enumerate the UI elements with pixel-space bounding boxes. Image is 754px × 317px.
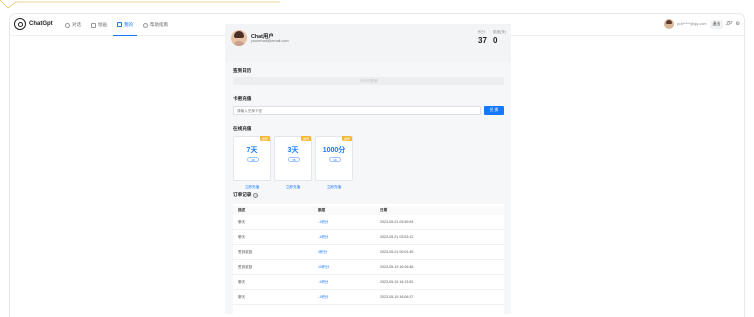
package-price: ¥9 — [329, 157, 341, 162]
table-row: 聊天 -1积分 2023-05-19 16:06:37 — [233, 290, 504, 305]
quota-value: 0 — [493, 36, 498, 45]
order-amount: -1积分 — [318, 235, 329, 239]
points-stat: 积分 37 — [478, 30, 487, 45]
orders-table: 订单记录 ? 描述 额度 日期 聊天 -1积分 2023-05-21 03:59… — [233, 192, 504, 314]
order-amount: -1积分 — [318, 220, 329, 224]
buy-button[interactable]: 立即充值 — [234, 185, 270, 190]
order-amount: 3积分 — [318, 250, 328, 254]
package-amount: 3天 — [287, 147, 299, 154]
table-header: 描述 额度 日期 — [233, 206, 504, 215]
settings-icon[interactable]: ⚙ — [736, 21, 740, 27]
card-recharge-row: 兑 换 — [233, 106, 504, 116]
order-date: 2023-05-19 16:26:46 — [380, 265, 414, 269]
quota-label: 额度(条) — [493, 30, 507, 34]
buy-button[interactable]: 立即充值 — [316, 185, 352, 190]
sign-in-button[interactable]: 今日已签到 — [233, 77, 504, 85]
column-header: 日期 — [380, 208, 388, 212]
order-desc: 聊天 — [238, 220, 246, 224]
tab-label: 对话 — [72, 22, 81, 27]
tab-chat[interactable]: 对话 — [61, 14, 85, 36]
avatar[interactable] — [663, 19, 674, 29]
order-amount: -1积分 — [318, 295, 329, 299]
tab-label: 我的 — [124, 21, 133, 27]
nav-user-area: ych*****@qq.com 退出 ZP ⚙ — [663, 19, 740, 29]
package-price: ¥5 — [288, 157, 300, 162]
tab-help[interactable]: 帮助指南 — [139, 14, 172, 36]
table-row: 签到奖励 3积分 2023-05-21 00:01:45 — [233, 245, 504, 260]
top-border-decoration — [0, 0, 280, 9]
table-row: 聊天 -1积分 2023-05-21 03:59:54 — [233, 215, 504, 230]
user-email: ych*****@qq.com — [676, 22, 707, 26]
order-amount: -1积分 — [318, 280, 329, 284]
table-row: 聊天 -1积分 2023-05-21 03:53:12 — [233, 230, 504, 245]
orders-title-text: 订单记录 — [233, 192, 252, 197]
help-icon — [143, 22, 148, 28]
profile-panel: Chat用户 youremail@email.com 积分 37 额度(条) 0… — [225, 24, 511, 314]
column-header: 描述 — [238, 208, 246, 212]
table-row: 签到奖励 10积分 2023-05-19 16:26:46 — [233, 260, 504, 275]
user-icon — [117, 22, 122, 27]
order-date: 2023-05-21 03:59:54 — [380, 220, 414, 224]
tab-mine[interactable]: 我的 — [113, 14, 137, 36]
package-list: 推荐 7天 ¥9 立即充值 推荐 3天 ¥5 立即充值 推荐 1000分 ¥9 … — [233, 136, 353, 189]
redeem-button[interactable]: 兑 换 — [484, 106, 504, 115]
order-date: 2023-05-21 00:01:45 — [380, 250, 414, 254]
packages-title: 在线充值 — [233, 126, 252, 131]
chatgpt-logo-icon — [14, 18, 26, 30]
language-toggle[interactable]: ZP — [726, 21, 732, 27]
tab-draw[interactable]: 绘画 — [87, 14, 111, 36]
package-card[interactable]: 推荐 1000分 ¥9 立即充值 — [315, 136, 353, 189]
package-badge: 推荐 — [300, 136, 311, 141]
image-icon — [91, 22, 96, 28]
package-amount: 1000分 — [322, 147, 346, 154]
package-price: ¥9 — [247, 157, 259, 162]
order-desc: 聊天 — [238, 280, 246, 284]
orders-title: 订单记录 ? — [233, 192, 259, 198]
chat-icon — [65, 22, 70, 28]
order-desc: 聊天 — [238, 235, 246, 239]
info-icon[interactable]: ? — [253, 192, 259, 198]
quota-stat: 额度(条) 0 — [493, 30, 506, 45]
points-label: 积分 — [478, 30, 486, 34]
logout-button[interactable]: 退出 — [709, 19, 724, 29]
order-amount: 10积分 — [318, 265, 330, 269]
package-amount: 7天 — [246, 147, 258, 154]
card-recharge-title: 卡密充值 — [233, 96, 252, 101]
tab-label: 绘画 — [98, 22, 107, 27]
brand-name: ChatGpt — [29, 21, 53, 27]
package-badge: 推荐 — [341, 136, 352, 141]
package-card[interactable]: 推荐 3天 ¥5 立即充值 — [274, 136, 312, 189]
order-date: 2023-05-21 03:53:12 — [380, 235, 414, 239]
tab-label: 帮助指南 — [150, 22, 168, 27]
sign-title: 签到日历 — [233, 68, 252, 73]
order-desc: 签到奖励 — [238, 250, 253, 254]
profile-email: youremail@email.com — [251, 39, 289, 43]
order-desc: 聊天 — [238, 295, 246, 299]
profile-avatar — [231, 30, 247, 46]
column-header: 额度 — [318, 208, 326, 212]
package-badge: 推荐 — [259, 136, 270, 141]
table-row: 聊天 -1积分 2023-05-19 16:13:52 — [233, 275, 504, 290]
order-desc: 签到奖励 — [238, 265, 253, 269]
order-date: 2023-05-19 16:13:52 — [380, 280, 414, 284]
brand[interactable]: ChatGpt — [14, 18, 53, 30]
points-value: 37 — [478, 36, 487, 45]
package-card[interactable]: 推荐 7天 ¥9 立即充值 — [233, 136, 271, 189]
nav-tabs: 对话 绘画 我的 帮助指南 — [61, 14, 174, 36]
buy-button[interactable]: 立即充值 — [275, 185, 311, 190]
profile-header: Chat用户 youremail@email.com 积分 37 额度(条) 0 — [225, 24, 511, 62]
card-code-input[interactable] — [233, 106, 481, 115]
order-date: 2023-05-19 16:06:37 — [380, 295, 414, 299]
